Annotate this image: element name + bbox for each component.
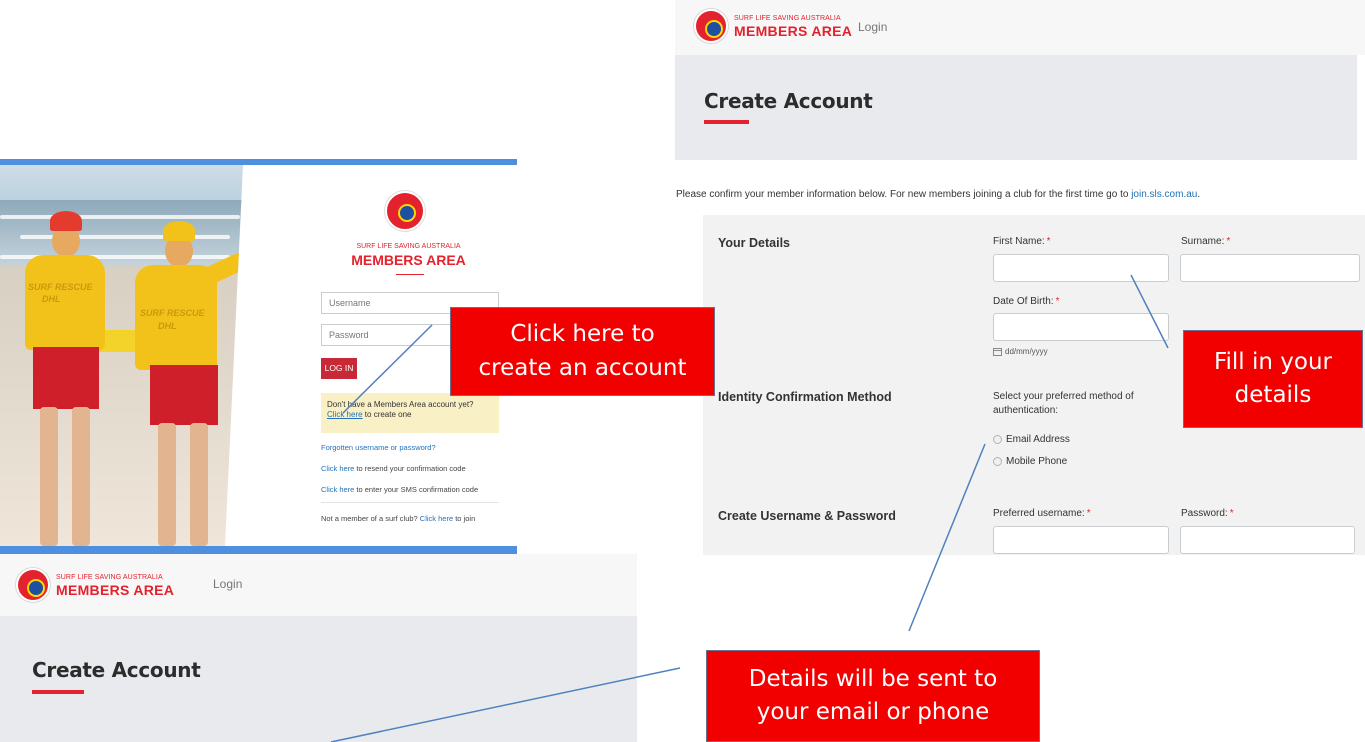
arrow-line bbox=[1130, 274, 1169, 349]
callout-line: create an account bbox=[478, 354, 687, 381]
callout-line: your email or phone bbox=[756, 699, 990, 725]
callout-line: details bbox=[1234, 382, 1312, 408]
callout-line: Fill in your bbox=[1213, 348, 1333, 375]
arrow-line bbox=[908, 443, 986, 632]
arrow-line bbox=[342, 324, 433, 414]
arrow-line bbox=[330, 667, 681, 742]
callout-click-here: Click here to create an account bbox=[450, 307, 715, 396]
callout-details-sent: Details will be sent to your email or ph… bbox=[706, 650, 1040, 742]
callout-fill-details: Fill in your details bbox=[1183, 330, 1363, 428]
callout-line: Click here to bbox=[510, 321, 655, 348]
callout-line: Details will be sent to bbox=[748, 665, 998, 692]
